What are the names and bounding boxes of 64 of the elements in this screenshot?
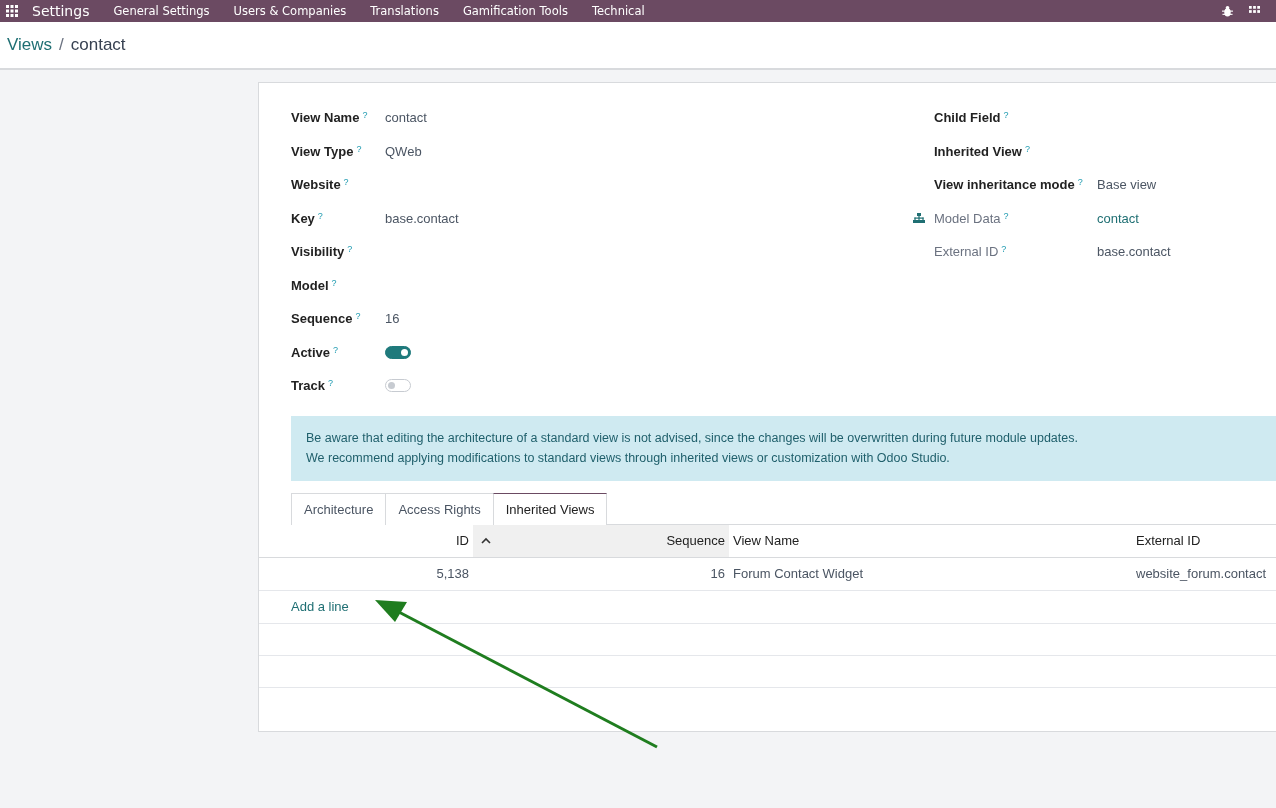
field-label: Sequence xyxy=(291,311,353,327)
table-cell: 5,138 xyxy=(259,557,473,590)
menu-item[interactable]: Technical xyxy=(591,4,645,18)
field-link[interactable]: contact xyxy=(1097,210,1139,226)
menu-item[interactable]: Translations xyxy=(370,4,439,18)
field-label: Model xyxy=(291,277,329,293)
apps-menu-icon[interactable] xyxy=(6,5,18,17)
field-label: Visibility xyxy=(291,244,345,260)
help-tooltip-icon[interactable]: ? xyxy=(317,210,323,221)
breadcrumb-separator: / xyxy=(59,35,64,55)
field-label: Active xyxy=(291,344,331,360)
alert-text: We recommend applying modifications to standard views through inherited views or customization with Odoo Studio. xyxy=(306,449,951,467)
help-tooltip-icon[interactable]: ? xyxy=(1003,110,1009,121)
help-tooltip-icon[interactable]: ? xyxy=(1003,210,1009,221)
toggle-switch[interactable] xyxy=(385,345,411,359)
help-tooltip-icon[interactable]: ? xyxy=(333,344,339,355)
help-tooltip-icon[interactable]: ? xyxy=(1001,244,1007,255)
tab[interactable]: Access Rights xyxy=(385,492,494,525)
help-tooltip-icon[interactable]: ? xyxy=(331,277,337,288)
column-header[interactable]: View Name xyxy=(729,524,1132,557)
breadcrumb-link[interactable]: Views xyxy=(7,35,53,55)
field-value: Base view xyxy=(1097,177,1157,193)
help-tooltip-icon[interactable]: ? xyxy=(356,143,362,154)
column-header[interactable]: External ID xyxy=(1132,524,1276,557)
table-cell: Forum Contact Widget xyxy=(729,557,1132,590)
field-label: View Name xyxy=(291,110,360,126)
field-label: Key xyxy=(291,210,315,226)
tab[interactable]: Inherited Views xyxy=(492,492,608,526)
help-tooltip-icon[interactable]: ? xyxy=(1077,177,1083,188)
sort-caret-icon xyxy=(481,536,491,544)
menu-item[interactable]: Gamification Tools xyxy=(462,4,568,18)
tab[interactable]: Architecture xyxy=(291,492,387,525)
field-value: base.contact xyxy=(385,210,459,226)
field-value: 16 xyxy=(385,311,400,327)
field-label: Model Data xyxy=(934,210,1001,226)
field-label: View inheritance mode xyxy=(934,177,1075,193)
toggle-switch[interactable] xyxy=(385,379,411,393)
table-cell: 16 xyxy=(473,557,729,590)
field-value: contact xyxy=(385,110,427,126)
help-tooltip-icon[interactable]: ? xyxy=(362,110,368,121)
field-value: QWeb xyxy=(385,143,422,159)
field-label: Track xyxy=(291,378,325,394)
help-tooltip-icon[interactable]: ? xyxy=(343,177,349,188)
breadcrumb-current: contact xyxy=(70,35,126,55)
help-tooltip-icon[interactable]: ? xyxy=(347,244,353,255)
field-label: Child Field xyxy=(934,110,1001,126)
app-title[interactable]: Settings xyxy=(32,3,90,19)
help-tooltip-icon[interactable]: ? xyxy=(328,378,333,389)
field-label: External ID xyxy=(934,244,999,260)
column-header[interactable]: Sequence xyxy=(473,524,729,557)
alert-text: Be aware that editing the architecture of a standard view is not advised, since the changes will be overwritten during future module updates. xyxy=(306,429,1079,447)
table-row[interactable]: 5,138 16 Forum Contact Widget website_forum.contact xyxy=(259,557,1276,590)
add-line-link[interactable]: Add a line xyxy=(263,599,349,614)
menu-item[interactable]: Users & Companies xyxy=(233,4,347,18)
table-cell: website_forum.contact xyxy=(1132,557,1276,590)
field-label: Inherited View xyxy=(934,143,1022,159)
bug-icon[interactable] xyxy=(1222,5,1233,17)
menu-item[interactable]: General Settings xyxy=(113,4,210,18)
field-label: Website xyxy=(291,177,341,193)
help-tooltip-icon[interactable]: ? xyxy=(355,311,361,322)
field-value: base.contact xyxy=(1097,244,1171,260)
field-label: View Type xyxy=(291,143,354,159)
hierarchy-icon[interactable] xyxy=(913,212,925,224)
help-tooltip-icon[interactable]: ? xyxy=(1024,143,1030,154)
